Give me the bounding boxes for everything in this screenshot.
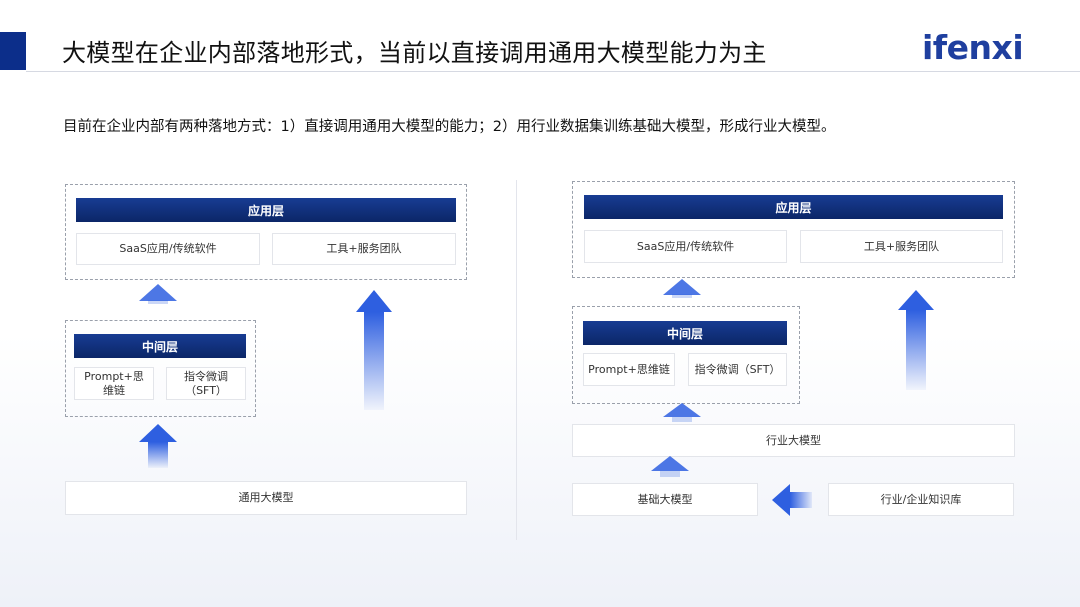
- left-arrow-up-icon-base-to-app: [356, 290, 392, 410]
- right-base-model: 基础大模型: [572, 483, 758, 516]
- right-arrow-up-icon-base-to-industry: [651, 456, 689, 477]
- left-middle-layer-title: 中间层: [74, 334, 246, 358]
- header-divider: [26, 71, 1080, 72]
- corner-accent-bar: [0, 32, 26, 70]
- left-base-model: 通用大模型: [65, 481, 467, 515]
- right-middle-item-sft: 指令微调（SFT）: [688, 353, 787, 386]
- ifenxi-logo: ifenxi: [922, 28, 1024, 67]
- right-middle-layer-title: 中间层: [583, 321, 787, 345]
- right-app-layer-title: 应用层: [584, 195, 1003, 219]
- left-app-layer-title: 应用层: [76, 198, 456, 222]
- left-app-item-saas: SaaS应用/传统软件: [76, 233, 260, 265]
- right-middle-item-prompt: Prompt+思维链: [583, 353, 675, 386]
- left-app-item-tools: 工具+服务团队: [272, 233, 456, 265]
- right-app-item-saas: SaaS应用/传统软件: [584, 230, 787, 263]
- right-arrow-up-icon-middle-to-app: [663, 279, 701, 298]
- right-arrow-up-icon-industry-to-middle: [663, 403, 701, 422]
- left-arrow-up-icon-middle-to-app: [139, 284, 177, 304]
- page-title: 大模型在企业内部落地形式，当前以直接调用通用大模型能力为主: [62, 39, 767, 67]
- right-app-item-tools: 工具+服务团队: [800, 230, 1003, 263]
- page-subtitle: 目前在企业内部有两种落地方式：1）直接调用通用大模型的能力；2）用行业数据集训练…: [63, 119, 836, 135]
- right-arrow-up-icon-to-app: [898, 290, 934, 390]
- center-divider: [516, 180, 517, 540]
- right-arrow-left-icon-knowledge-to-base: [772, 484, 812, 516]
- right-industry-model: 行业大模型: [572, 424, 1015, 457]
- right-knowledge-base: 行业/企业知识库: [828, 483, 1014, 516]
- left-middle-item-prompt: Prompt+思维链: [74, 367, 154, 400]
- left-middle-item-sft: 指令微调（SFT）: [166, 367, 246, 400]
- left-arrow-up-icon-base-to-middle: [139, 424, 177, 468]
